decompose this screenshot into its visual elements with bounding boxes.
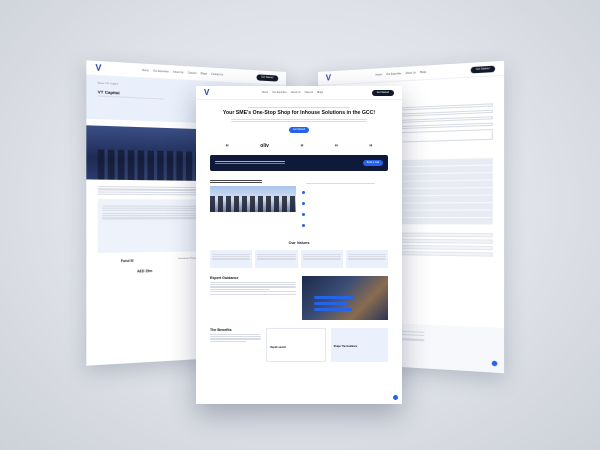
nav-link[interactable]: Our Expertise [386, 72, 401, 76]
get-started-button[interactable]: Get Started [371, 89, 394, 96]
get-started-button[interactable]: Get Started [470, 65, 496, 73]
overlay-chip [314, 308, 352, 312]
nav-link[interactable]: Home [142, 69, 149, 73]
benefit-card-title: Shape The Guidance [333, 345, 358, 349]
right-nav-links: Home Our Expertise About Us Blogs [376, 71, 427, 77]
stat-investment-period: Investment Period [178, 257, 197, 261]
bullet-item [302, 221, 388, 230]
nav-link[interactable]: Blogs [201, 72, 207, 75]
stat-value-a: AED 25m [137, 269, 153, 274]
bullet-item [302, 210, 388, 219]
left-nav-links: Home Our Expertise About Us Careers Blog… [142, 69, 223, 77]
nav-link[interactable]: About Us [405, 71, 415, 75]
logo-icon: V [95, 62, 102, 73]
expert-section: Expert Guidance [210, 276, 388, 321]
about-text [302, 181, 388, 186]
hero-eyebrow [248, 107, 350, 109]
nav-link[interactable]: Contact Us [211, 73, 223, 77]
logo-icon: V [325, 72, 332, 83]
value-card [255, 250, 298, 269]
check-icon [302, 202, 305, 205]
center-navbar: V Home Our Expertise About Us Careers Bl… [196, 86, 402, 100]
benefits-title: The Benefits [210, 328, 232, 333]
center-nav-links: Home Our Expertise About Us Careers Blog… [262, 91, 323, 94]
chat-fab[interactable] [491, 360, 498, 367]
hero-subtext [231, 118, 367, 123]
about-left [210, 179, 296, 233]
promo-banner: Book a Call [210, 154, 388, 171]
right-navbar: V Home Our Expertise About Us Blogs Get … [318, 60, 505, 86]
benefit-card: Shape The Guidance [330, 328, 388, 363]
client-logos: ▮▮ oliv ▮▮ ▮▮ ▮▮ [210, 143, 388, 149]
center-page-mockup: V Home Our Expertise About Us Careers Bl… [196, 86, 402, 404]
check-icon [302, 213, 305, 217]
expert-text [210, 281, 296, 295]
benefits-text [210, 333, 262, 342]
about-heading [210, 179, 262, 184]
check-icon [302, 224, 305, 228]
client-logo: ▮▮ [369, 144, 373, 148]
nav-link[interactable]: About Us [291, 91, 301, 94]
values-title: Our Values [288, 240, 310, 246]
nav-link[interactable]: Blogs [420, 71, 426, 74]
expert-title: Expert Guidance [210, 276, 239, 281]
value-card [300, 250, 343, 269]
client-logo-oliv: oliv [260, 142, 269, 149]
chat-fab[interactable] [393, 395, 398, 400]
overlay-chip [314, 296, 354, 300]
value-card [210, 250, 253, 269]
benefit-card-title: Rapid Launch [270, 346, 287, 350]
get-started-button[interactable]: Get Started [256, 73, 279, 82]
benefit-card: Rapid Launch [266, 328, 326, 363]
client-logo: ▮▮ [300, 144, 304, 148]
nav-link[interactable]: Our Expertise [153, 69, 169, 73]
about-row [210, 179, 388, 233]
about-right [302, 179, 388, 233]
nav-link[interactable]: About Us [173, 71, 183, 75]
value-card [345, 250, 388, 269]
bullet-item [302, 188, 388, 197]
nav-link[interactable]: Careers [188, 71, 197, 75]
values-cards [210, 250, 388, 269]
overlay-chip [314, 302, 348, 306]
consultation-photo [302, 276, 388, 321]
nav-link[interactable]: Home [262, 91, 268, 94]
client-logo: ▮▮ [225, 144, 229, 148]
logo-icon: V [204, 87, 210, 97]
hero-title: Your SME's One-Stop Shop for Inhouse Sol… [222, 110, 376, 117]
nav-link[interactable]: Home [376, 73, 383, 76]
team-silhouette-photo [210, 186, 296, 213]
nav-link[interactable]: Careers [305, 91, 314, 94]
bullet-item [302, 199, 388, 208]
client-logo: ▮▮ [335, 144, 338, 148]
banner-text [215, 160, 285, 166]
check-icon [302, 190, 305, 194]
center-hero: Your SME's One-Stop Shop for Inhouse Sol… [196, 100, 402, 137]
nav-link[interactable]: Our Expertise [272, 91, 287, 94]
hero-cta-button[interactable]: Get Started [288, 126, 310, 133]
nav-link[interactable]: Blogs [317, 91, 323, 94]
stat-fund: Fund III [120, 259, 134, 264]
benefits-section: The Benefits Rapid Launch Shape The Guid… [210, 328, 388, 363]
banner-button[interactable]: Book a Call [362, 159, 383, 166]
